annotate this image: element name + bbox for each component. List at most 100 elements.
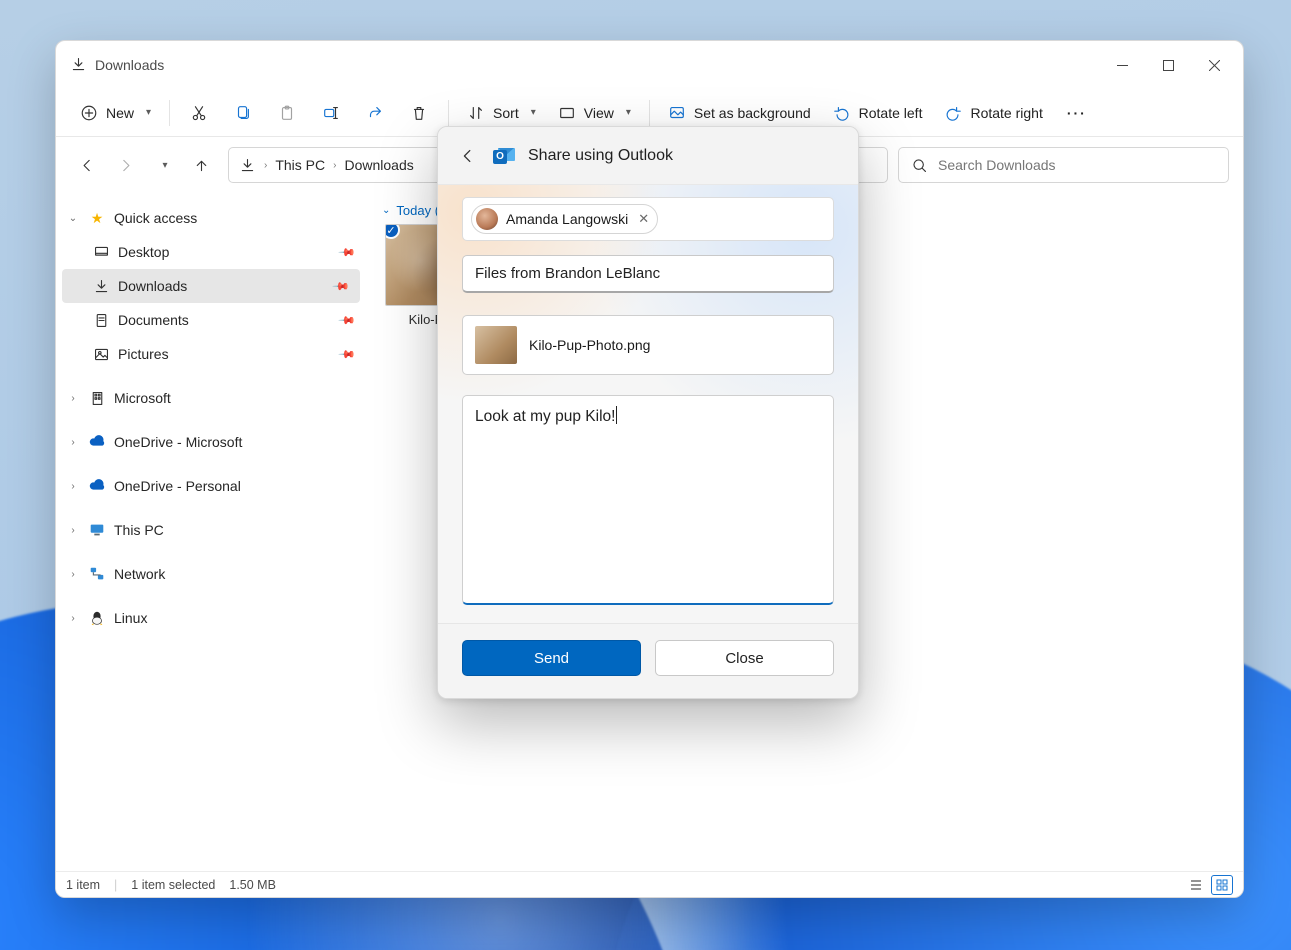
crumb-this-pc[interactable]: This PC xyxy=(275,157,325,173)
set-background-button[interactable]: Set as background xyxy=(658,96,821,130)
status-size: 1.50 MB xyxy=(229,878,276,892)
sidebar-label: OneDrive - Personal xyxy=(114,478,241,494)
pictures-icon xyxy=(92,345,110,363)
sidebar-label: Microsoft xyxy=(114,390,171,406)
sidebar-item-this-pc[interactable]: › This PC xyxy=(56,513,366,547)
building-icon xyxy=(88,389,106,407)
cut-button[interactable] xyxy=(178,96,220,130)
chevron-down-icon: ▾ xyxy=(531,107,536,118)
downloads-icon xyxy=(239,157,256,174)
pc-icon xyxy=(88,521,106,539)
sidebar-item-desktop[interactable]: Desktop 📌 xyxy=(56,235,366,269)
send-label: Send xyxy=(534,650,569,667)
remove-recipient-icon[interactable]: ✕ xyxy=(638,211,649,227)
message-field[interactable]: Look at my pup Kilo! xyxy=(462,395,834,605)
delete-button[interactable] xyxy=(398,96,440,130)
sidebar-label: Linux xyxy=(114,610,147,626)
status-selected: 1 item selected xyxy=(131,878,215,892)
chevron-down-icon: ⌄ xyxy=(382,205,390,216)
view-button[interactable]: View ▾ xyxy=(548,96,641,130)
up-button[interactable] xyxy=(184,148,218,182)
chevron-right-icon: › xyxy=(66,481,80,492)
network-icon xyxy=(88,565,106,583)
close-label: Close xyxy=(725,650,763,667)
sidebar-label: Network xyxy=(114,566,165,582)
details-view-button[interactable] xyxy=(1185,875,1207,895)
search-input[interactable]: Search Downloads xyxy=(898,147,1229,183)
share-outlook-dialog: O Share using Outlook Amanda Langowski ✕… xyxy=(437,126,859,699)
icons-view-button[interactable] xyxy=(1211,875,1233,895)
sidebar-item-pictures[interactable]: Pictures 📌 xyxy=(56,337,366,371)
recipient-chip[interactable]: Amanda Langowski ✕ xyxy=(471,204,658,234)
dialog-title: Share using Outlook xyxy=(528,147,673,165)
share-button[interactable] xyxy=(354,96,396,130)
sidebar-label: Desktop xyxy=(118,244,169,260)
subject-field[interactable]: Files from Brandon LeBlanc xyxy=(462,255,834,293)
recipient-name: Amanda Langowski xyxy=(506,211,628,227)
sidebar-item-microsoft[interactable]: › Microsoft xyxy=(56,381,366,415)
close-dialog-button[interactable]: Close xyxy=(655,640,834,676)
desktop-icon xyxy=(92,243,110,261)
outlook-icon: O xyxy=(494,145,516,167)
sidebar-label: OneDrive - Microsoft xyxy=(114,434,242,450)
recent-button[interactable]: ▾ xyxy=(146,148,180,182)
chevron-right-icon: › xyxy=(333,160,336,171)
sidebar-label: Pictures xyxy=(118,346,169,362)
sidebar-item-documents[interactable]: Documents 📌 xyxy=(56,303,366,337)
selected-check-icon: ✓ xyxy=(385,224,400,239)
sort-button[interactable]: Sort ▾ xyxy=(457,96,546,130)
dialog-header: O Share using Outlook xyxy=(438,127,858,185)
attachment-thumbnail xyxy=(475,326,517,364)
sidebar-item-network[interactable]: › Network xyxy=(56,557,366,591)
forward-button[interactable] xyxy=(108,148,142,182)
chevron-right-icon: › xyxy=(66,393,80,404)
avatar xyxy=(476,208,498,230)
back-button[interactable] xyxy=(70,148,104,182)
message-value: Look at my pup Kilo! xyxy=(475,408,615,425)
dialog-back-button[interactable] xyxy=(454,140,482,172)
rotate-left-button[interactable]: Rotate left xyxy=(823,96,933,130)
sidebar-quick-access[interactable]: ⌄ ★ Quick access xyxy=(56,201,366,235)
sort-label: Sort xyxy=(493,105,519,121)
close-button[interactable] xyxy=(1191,41,1237,89)
new-label: New xyxy=(106,105,134,121)
minimize-button[interactable] xyxy=(1099,41,1145,89)
rename-button[interactable] xyxy=(310,96,352,130)
maximize-button[interactable] xyxy=(1145,41,1191,89)
send-button[interactable]: Send xyxy=(462,640,641,676)
paste-button[interactable] xyxy=(266,96,308,130)
sidebar-item-linux[interactable]: › Linux xyxy=(56,601,366,635)
chevron-right-icon: › xyxy=(264,160,267,171)
chevron-down-icon: ▾ xyxy=(626,107,631,118)
text-cursor xyxy=(616,406,617,424)
documents-icon xyxy=(92,311,110,329)
sidebar-item-downloads[interactable]: Downloads 📌 xyxy=(62,269,360,303)
search-placeholder: Search Downloads xyxy=(938,157,1056,173)
copy-button[interactable] xyxy=(222,96,264,130)
pin-icon: 📌 xyxy=(338,345,357,364)
subject-value: Files from Brandon LeBlanc xyxy=(475,265,660,282)
sidebar-label: This PC xyxy=(114,522,164,538)
attachment-name: Kilo-Pup-Photo.png xyxy=(529,337,650,353)
set-bg-label: Set as background xyxy=(694,105,811,121)
more-button[interactable]: ··· xyxy=(1055,96,1099,130)
sidebar-label: Downloads xyxy=(118,278,187,294)
rotate-right-button[interactable]: Rotate right xyxy=(934,96,1052,130)
sidebar-label: Documents xyxy=(118,312,189,328)
sidebar-item-onedrive-personal[interactable]: › OneDrive - Personal xyxy=(56,469,366,503)
downloads-icon xyxy=(92,277,110,295)
downloads-icon xyxy=(70,56,87,75)
status-count: 1 item xyxy=(66,878,100,892)
chevron-down-icon: ▾ xyxy=(146,107,151,118)
new-button[interactable]: New ▾ xyxy=(70,96,161,130)
cloud-icon xyxy=(88,433,106,451)
pin-icon: 📌 xyxy=(338,243,357,262)
attachment[interactable]: Kilo-Pup-Photo.png xyxy=(462,315,834,375)
sidebar-label: Quick access xyxy=(114,210,197,226)
crumb-downloads[interactable]: Downloads xyxy=(344,157,413,173)
recipient-field[interactable]: Amanda Langowski ✕ xyxy=(462,197,834,241)
view-label: View xyxy=(584,105,614,121)
rotate-left-label: Rotate left xyxy=(859,105,923,121)
sidebar-item-onedrive-ms[interactable]: › OneDrive - Microsoft xyxy=(56,425,366,459)
pin-icon: 📌 xyxy=(338,311,357,330)
